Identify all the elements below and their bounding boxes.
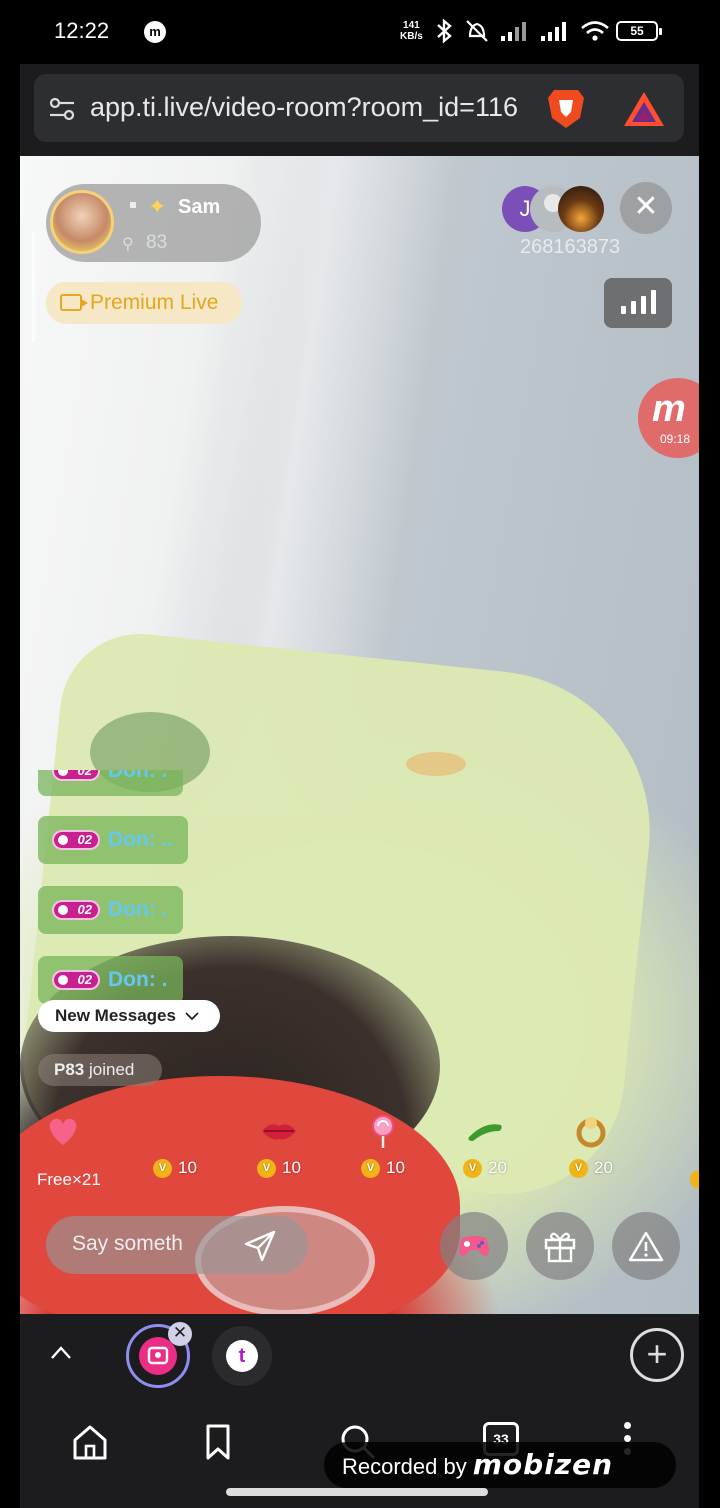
tab-favicon: t (226, 1340, 258, 1372)
warning-icon (628, 1231, 664, 1262)
address-bar[interactable]: app.ti.live/video-room?room_id=116 (34, 74, 684, 142)
bluetooth-icon (437, 18, 452, 44)
heart-icon (43, 1114, 83, 1148)
chevron-up-icon[interactable] (50, 1342, 72, 1364)
recorded-by-watermark: Recorded by mobizen (324, 1442, 676, 1488)
free-gift-count: Free×21 (37, 1170, 101, 1189)
new-tab-button[interactable]: + (630, 1328, 684, 1382)
coin-icon: V (153, 1158, 173, 1178)
host-avatar[interactable] (50, 190, 114, 254)
site-settings-icon[interactable] (48, 96, 76, 122)
browser-toolbar: app.ti.live/video-room?room_id=116 (20, 64, 699, 156)
mobizen-status-icon: m (144, 21, 166, 43)
home-indicator[interactable] (226, 1488, 488, 1496)
record-timer: 09:18 (660, 432, 691, 446)
url-text[interactable]: app.ti.live/video-room?room_id=116 (90, 92, 530, 123)
join-notice: P83 joined (38, 1054, 162, 1086)
coin-icon: V (257, 1158, 277, 1178)
mute-icon (466, 20, 488, 42)
sparkle-icon: ✦ (148, 194, 167, 219)
chat-message[interactable]: 02 Don: . (38, 886, 183, 934)
connection-quality-button[interactable] (604, 278, 672, 328)
coin-icon: V (569, 1158, 589, 1178)
lips-icon (155, 1114, 195, 1148)
mobizen-logo: mobizen (472, 1448, 614, 1481)
cucumber-icon (465, 1114, 505, 1148)
gift-button[interactable] (526, 1212, 594, 1280)
chat-message[interactable]: 02 Don: .. (38, 816, 188, 864)
network-speed: 141 KB/s (400, 20, 423, 42)
gift-lollipop[interactable]: V 10 (348, 1114, 418, 1194)
lips-icon (259, 1114, 299, 1148)
gamepad-icon (459, 1236, 489, 1256)
battery-indicator: 55 (616, 21, 662, 41)
gift-lips[interactable]: V 10 (140, 1114, 210, 1194)
level-badge: 02 (52, 900, 100, 920)
gift-ring[interactable]: V 20 (556, 1114, 626, 1194)
ring-icon (571, 1114, 611, 1148)
gift-icon (544, 1232, 576, 1263)
user-icon: ⚲ (122, 236, 134, 253)
new-messages-button[interactable]: New Messages (38, 1000, 220, 1032)
viewer-avatar[interactable] (558, 186, 604, 232)
mobizen-floating-button[interactable]: m 09:18 (638, 378, 699, 458)
room-id: 268163873 (520, 236, 621, 258)
chevron-down-icon (185, 1012, 199, 1021)
premium-live-badge: Premium Live (46, 282, 242, 324)
home-icon[interactable] (70, 1422, 110, 1462)
gift-cucumber[interactable]: V 20 (450, 1114, 520, 1194)
lollipop-icon (363, 1114, 403, 1148)
host-badge[interactable]: ✦ Sam ⚲ 83 (46, 184, 261, 262)
game-button[interactable] (440, 1212, 508, 1280)
close-button[interactable]: ✕ (620, 182, 672, 234)
gift-lips[interactable]: V 10 (244, 1114, 314, 1194)
send-icon[interactable] (242, 1228, 278, 1264)
chat-text: Don: .. (108, 828, 174, 851)
level-badge: 02 (52, 970, 100, 990)
wifi-icon (581, 21, 609, 41)
bottom-navigation: 33 Recorded by mobizen (20, 1400, 699, 1508)
viewer-avatars[interactable]: J (502, 186, 606, 232)
bookmark-icon[interactable] (198, 1422, 238, 1462)
video-camera-icon (60, 294, 88, 311)
chat-input[interactable]: Say someth (46, 1216, 308, 1274)
chat-text: Don: . (108, 968, 168, 991)
status-time: 12:22 (54, 18, 110, 43)
signal-icon-2 (541, 22, 566, 41)
tab-strip: ✕ t + (20, 1314, 699, 1400)
chat-message[interactable]: 02 Don: . (38, 956, 183, 1004)
viewer-count: 83 (146, 232, 168, 253)
coin-icon (690, 1170, 699, 1189)
status-bar: 12:22 m 141 KB/s 55 (20, 0, 699, 64)
tab-inactive[interactable]: t (212, 1326, 272, 1386)
level-badge: 02 (52, 830, 100, 850)
chat-text: Don: . (108, 898, 168, 921)
brave-rewards-icon[interactable] (622, 90, 666, 128)
close-tab-icon[interactable]: ✕ (168, 1322, 192, 1346)
video-stream[interactable]: ✦ Sam ⚲ 83 Premium Live J 268163873 ✕ m … (20, 156, 699, 1314)
report-button[interactable] (612, 1212, 680, 1280)
coin-icon: V (361, 1158, 381, 1178)
coin-icon: V (463, 1158, 483, 1178)
chat-input-placeholder[interactable]: Say someth (72, 1232, 183, 1256)
signal-icon-1 (501, 22, 526, 41)
brave-shields-icon[interactable] (546, 86, 586, 130)
host-name: Sam (178, 196, 221, 218)
screen: 12:22 m 141 KB/s 55 app.ti.live/video-ro… (0, 0, 720, 1508)
